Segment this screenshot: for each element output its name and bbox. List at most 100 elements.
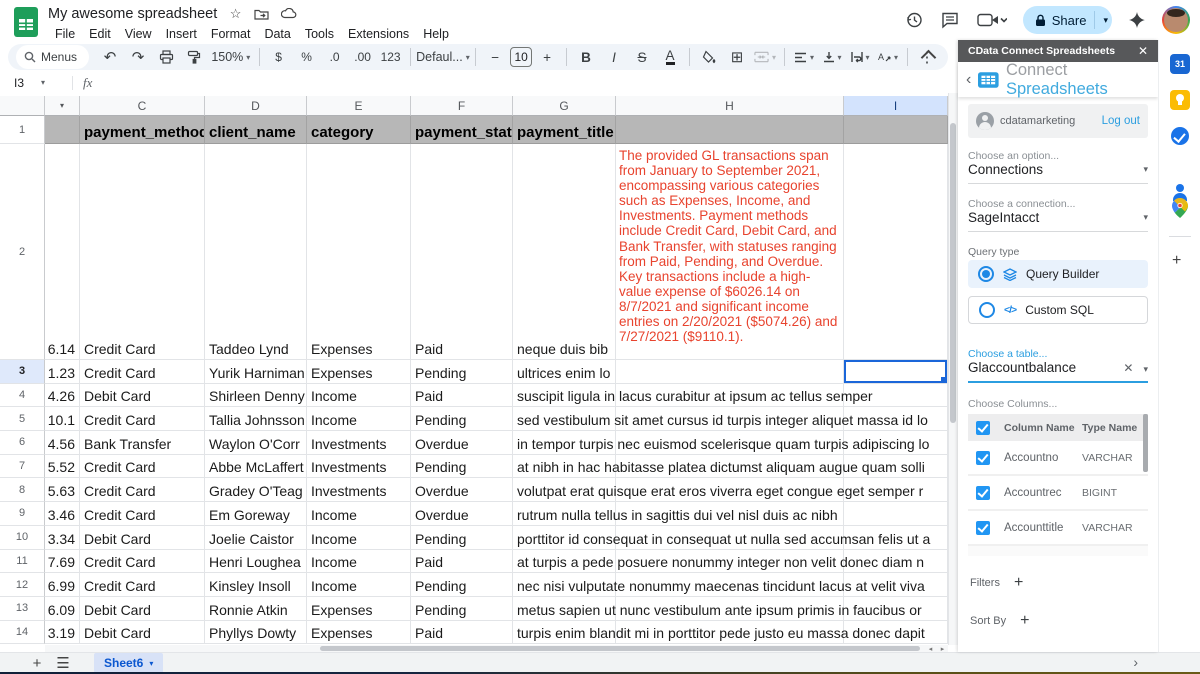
horizontal-scrollbar[interactable]: ◂ ▸ [45, 645, 948, 652]
cell-payment-status[interactable]: Pending [411, 573, 513, 597]
column-dropdown-icon[interactable]: ▾ [60, 101, 64, 110]
column-header-e[interactable]: E [307, 96, 411, 116]
cell-payment-method[interactable]: Credit Card [80, 550, 205, 574]
format-percent-button[interactable]: % [294, 46, 320, 68]
menu-data[interactable]: Data [257, 26, 297, 42]
format-currency-button[interactable]: $ [266, 46, 292, 68]
radio-selected-icon[interactable] [978, 266, 994, 282]
cell-header-payment-title[interactable]: payment_title [513, 116, 616, 144]
row-header[interactable]: 12 [0, 573, 45, 597]
menu-view[interactable]: View [118, 26, 159, 42]
share-button[interactable]: Share ▾ [1023, 6, 1112, 34]
cell-payment-method[interactable]: Credit Card [80, 455, 205, 479]
cell-header-payment-status[interactable]: payment_status [411, 116, 513, 144]
close-icon[interactable]: ✕ [1138, 44, 1148, 58]
cell-client-name[interactable]: Joelie Caistor [205, 526, 307, 550]
columns-scrollbar-thumb[interactable] [1143, 414, 1148, 472]
cell-amount[interactable]: 4.26 [45, 384, 80, 408]
menu-edit[interactable]: Edit [82, 26, 118, 42]
get-addons-button[interactable]: + [1172, 252, 1181, 270]
cell-client-name[interactable]: Em Goreway [205, 502, 307, 526]
cell-amount[interactable]: 7.69 [45, 550, 80, 574]
decrease-decimals-button[interactable]: .0 [322, 46, 348, 68]
column-header-g[interactable]: G [513, 96, 616, 116]
cell-header-category[interactable]: category [307, 116, 411, 144]
checkbox-checked-icon[interactable] [976, 451, 990, 465]
menu-file[interactable]: File [48, 26, 82, 42]
font-size-input[interactable]: 10 [510, 47, 532, 67]
cell-client-name[interactable]: Yurik Harniman [205, 360, 307, 384]
sheet-tab-menu-icon[interactable]: ▾ [149, 659, 153, 668]
italic-button[interactable]: I [601, 46, 627, 68]
cell-amount[interactable]: 10.1 [45, 407, 80, 431]
cell-category[interactable]: Expenses [307, 621, 411, 645]
share-dropdown-icon[interactable]: ▾ [1103, 15, 1108, 26]
scroll-right-icon[interactable]: ▸ [937, 645, 948, 652]
cell-i1[interactable] [844, 116, 948, 144]
increase-font-size-button[interactable]: + [534, 46, 560, 68]
comments-icon[interactable] [939, 9, 961, 31]
cell-client-name[interactable]: Tallia Johnsson [205, 407, 307, 431]
column-header-f[interactable]: F [411, 96, 513, 116]
cell-client-name[interactable]: Gradey O'Teag [205, 478, 307, 502]
cell-payment-method[interactable]: Credit Card [80, 502, 205, 526]
row-header[interactable]: 1 [0, 116, 45, 144]
cell-payment-status[interactable]: Paid [411, 621, 513, 645]
font-selector[interactable]: Defaul...▾ [417, 46, 470, 68]
row-header[interactable]: 5 [0, 407, 45, 431]
checkbox-checked-icon[interactable] [976, 521, 990, 535]
menu-tools[interactable]: Tools [298, 26, 341, 42]
row-header[interactable]: 2 [0, 144, 45, 360]
text-wrap-button[interactable]: ▾ [847, 46, 873, 68]
cell-amount[interactable]: 6.14 [45, 144, 80, 360]
maps-icon[interactable] [1170, 198, 1190, 218]
vertical-scrollbar[interactable] [948, 93, 958, 645]
cell-payment-title[interactable]: in tempor turpis nec euismod scelerisque… [513, 431, 616, 455]
namebox-dropdown-icon[interactable]: ▾ [41, 78, 45, 87]
star-icon[interactable]: ☆ [230, 6, 242, 22]
text-rotation-button[interactable]: A▾ [875, 46, 901, 68]
menu-insert[interactable]: Insert [159, 26, 204, 42]
add-sort-button[interactable]: + [1020, 612, 1029, 630]
query-builder-option[interactable]: Query Builder [968, 260, 1148, 288]
cell-payment-title[interactable]: neque duis bib [513, 144, 616, 360]
meet-video-icon[interactable] [975, 9, 1009, 31]
cell-client-name[interactable]: Kinsley Insoll [205, 573, 307, 597]
spreadsheet-grid[interactable]: ▾ C D E F G H I 1 payment_method client_… [0, 93, 948, 645]
cell-payment-title[interactable]: nec nisi vulputate nonummy maecenas tinc… [513, 573, 616, 597]
row-header[interactable]: 7 [0, 455, 45, 479]
calendar-icon[interactable]: 31 [1170, 54, 1190, 74]
cell-payment-method[interactable]: Credit Card [80, 478, 205, 502]
row-header[interactable]: 13 [0, 597, 45, 621]
cell-category[interactable]: Income [307, 550, 411, 574]
custom-sql-option[interactable]: </> Custom SQL [968, 296, 1148, 324]
vertical-align-button[interactable]: ▾ [819, 46, 845, 68]
cell-category[interactable]: Income [307, 384, 411, 408]
column-header-c[interactable]: C [80, 96, 205, 116]
cell-payment-title[interactable]: porttitor id consequat in consequat ut n… [513, 526, 616, 550]
menu-format[interactable]: Format [204, 26, 258, 42]
cell-payment-method[interactable]: Debit Card [80, 621, 205, 645]
cell-amount[interactable]: 5.52 [45, 455, 80, 479]
cell-payment-title[interactable]: at nibh in hac habitasse platea dictumst… [513, 455, 616, 479]
more-formats-button[interactable]: 123 [378, 46, 404, 68]
cell-payment-status[interactable]: Paid [411, 144, 513, 360]
keep-icon[interactable] [1170, 90, 1190, 110]
logout-link[interactable]: Log out [1102, 115, 1140, 127]
cell-payment-method[interactable]: Debit Card [80, 526, 205, 550]
cell-payment-title[interactable]: volutpat erat quisque erat eros viverra … [513, 478, 616, 502]
all-sheets-button[interactable]: ☰ [50, 654, 76, 672]
cell-client-name[interactable]: Abbe McLaffert [205, 455, 307, 479]
cell-category[interactable]: Investments [307, 431, 411, 455]
add-filter-button[interactable]: + [1014, 574, 1023, 592]
radio-unselected-icon[interactable] [979, 302, 995, 318]
horizontal-align-button[interactable]: ▾ [791, 46, 817, 68]
fill-handle[interactable] [941, 377, 947, 383]
decrease-font-size-button[interactable]: − [482, 46, 508, 68]
account-avatar[interactable] [1162, 6, 1190, 34]
cell-amount[interactable]: 3.34 [45, 526, 80, 550]
fill-color-button[interactable] [696, 46, 722, 68]
cell-amount[interactable]: 4.56 [45, 431, 80, 455]
table-dropdown[interactable]: Glaccountbalance ✕▾ [968, 360, 1148, 383]
menu-extensions[interactable]: Extensions [341, 26, 416, 42]
